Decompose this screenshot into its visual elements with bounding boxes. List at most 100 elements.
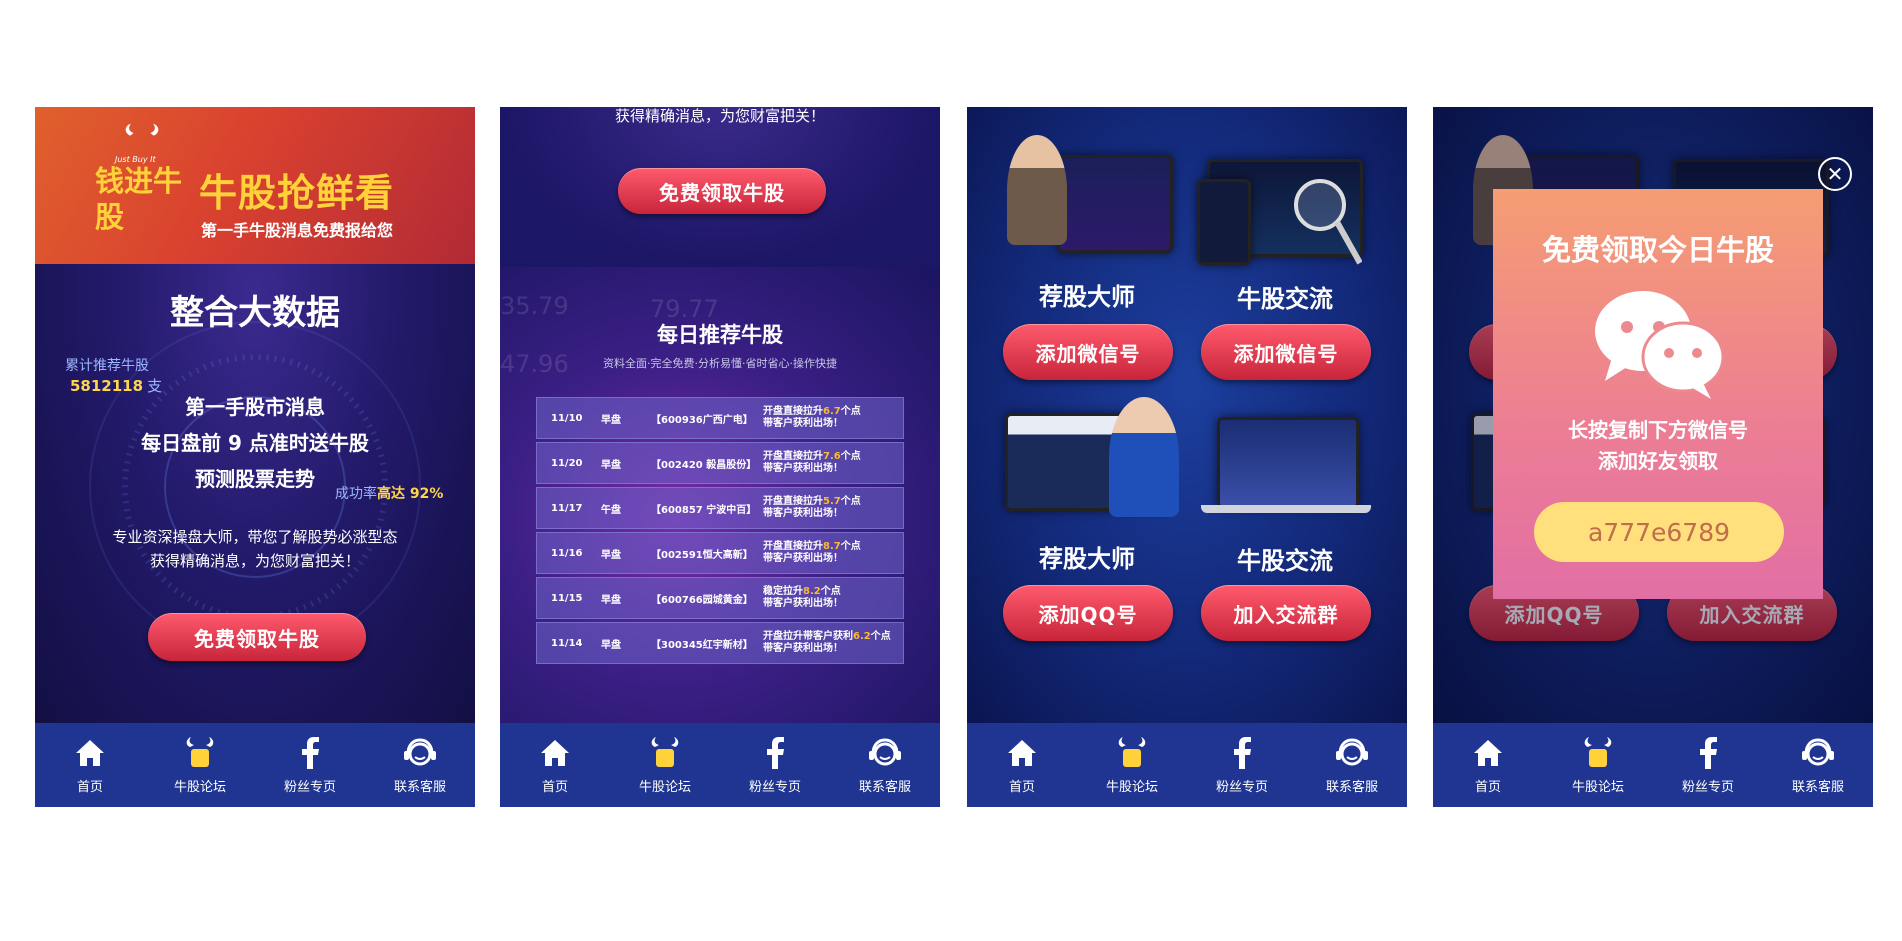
note-value: 7.6 (823, 451, 841, 462)
facebook-icon (293, 736, 327, 770)
wechat-icon (1595, 291, 1725, 399)
row-note: 开盘直接拉升7.6个点 带客户获利出场！ (763, 451, 903, 475)
tab-label: 牛股论坛 (1105, 779, 1158, 795)
note-text: 带客户获利出场！ (763, 508, 843, 519)
free-stock-button[interactable]: 免费领取牛股 (618, 168, 826, 214)
tab-label: 联系客服 (393, 779, 446, 795)
note-text: 个点 (820, 586, 841, 597)
tab-home[interactable]: 首页 (967, 723, 1077, 807)
contact-content: 荐股大师 牛股交流 添加微信号 添加微信号 荐股大师 牛股交流 添加QQ号 加入… (967, 107, 1407, 723)
home-icon (73, 736, 107, 770)
tab-support[interactable]: 联系客服 (830, 723, 940, 807)
free-stock-button[interactable]: 免费领取牛股 (148, 613, 366, 661)
banner-subtitle: 第一手牛股消息免费报给您 (201, 221, 394, 240)
forum-logo-icon (1581, 736, 1615, 770)
row-stock: 【600857 宁波中百】 (651, 504, 757, 516)
home-icon (1005, 736, 1039, 770)
wechat-id-pill[interactable]: a777e6789 (1534, 502, 1784, 562)
row-session: 早盘 (601, 459, 621, 471)
row-date: 11/17 (551, 502, 583, 514)
card-label: 荐股大师 (1039, 283, 1135, 311)
facebook-icon (1225, 736, 1259, 770)
picks-title: 每日推荐牛股 (657, 323, 783, 347)
home-icon (538, 736, 572, 770)
tab-home[interactable]: 首页 (500, 723, 610, 807)
note-value: 8.7 (823, 541, 841, 552)
instruction-line: 长按复制下方微信号 (1568, 418, 1748, 442)
success-rate: 成功率高达 92% (335, 483, 443, 503)
advisor-portrait (1109, 397, 1179, 517)
join-group-button[interactable]: 加入交流群 (1201, 585, 1371, 641)
note-value: 6.2 (853, 631, 871, 642)
home-icon (1471, 736, 1505, 770)
tab-label: 首页 (541, 779, 568, 795)
note-text: 带客户获利出场！ (763, 418, 843, 429)
wechat-modal: 免费领取今日牛股 长按复制下方微信号 添加好友领取 a777e6789 (1493, 189, 1823, 599)
tab-label: 牛股论坛 (1571, 779, 1624, 795)
row-note: 开盘拉升带客户获利6.2个点 带客户获利出场！ (763, 631, 903, 655)
tab-fans[interactable]: 粉丝专页 (1187, 723, 1297, 807)
modal-instructions: 长按复制下方微信号 添加好友领取 (1493, 415, 1823, 477)
note-text: 个点 (840, 451, 861, 462)
note-text: 稳定拉升 (763, 586, 803, 597)
forum-logo-icon (1115, 736, 1149, 770)
big-data-title: 整合大数据 (170, 293, 340, 333)
customer-service-icon (403, 736, 437, 770)
table-row: 11/14 早盘 【300345红宇新材】 开盘拉升带客户获利6.2个点 带客户获利出场… (536, 622, 904, 664)
home-content: Just Buy It 钱进牛股 牛股抢鲜看 第一手牛股消息免费报给您 整合大数… (35, 107, 475, 723)
screen-wechat-modal: 添加微信号 添加微信号 添加QQ号 加入交流群 免费领取今日牛股 长按复制下方微… (1433, 107, 1873, 807)
tab-forum[interactable]: 牛股论坛 (610, 723, 720, 807)
tab-home[interactable]: 首页 (35, 723, 145, 807)
tab-fans[interactable]: 粉丝专页 (1653, 723, 1763, 807)
customer-service-icon (868, 736, 902, 770)
row-date: 11/10 (551, 412, 583, 424)
tab-fans[interactable]: 粉丝专页 (720, 723, 830, 807)
forum-logo-icon (648, 736, 682, 770)
note-text: 开盘直接拉升 (763, 451, 823, 462)
tab-forum[interactable]: 牛股论坛 (1543, 723, 1653, 807)
tab-home[interactable]: 首页 (1433, 723, 1543, 807)
add-wechat-button[interactable]: 添加微信号 (1201, 324, 1371, 380)
row-date: 11/15 (551, 592, 583, 604)
tab-forum[interactable]: 牛股论坛 (145, 723, 255, 807)
tab-support[interactable]: 联系客服 (1297, 723, 1407, 807)
tab-fans[interactable]: 粉丝专页 (255, 723, 365, 807)
feature-list: 第一手股市消息 每日盘前 9 点准时送牛股 预测股票走势 (35, 389, 475, 497)
tab-bar: 首页 牛股论坛 粉丝专页 联系客服 (500, 723, 940, 807)
ghost-number: 35.79 (500, 292, 569, 320)
screen-contact: 荐股大师 牛股交流 添加微信号 添加微信号 荐股大师 牛股交流 添加QQ号 加入… (967, 107, 1407, 807)
row-session: 早盘 (601, 549, 621, 561)
tab-forum[interactable]: 牛股论坛 (1077, 723, 1187, 807)
close-icon[interactable]: ✕ (1818, 157, 1852, 191)
row-stock: 【002591恒大高新】 (651, 549, 753, 561)
note-value: 5.7 (823, 496, 841, 507)
tab-label: 首页 (1474, 779, 1501, 795)
description-line: 获得精确消息，为您财富把关！ (614, 107, 825, 125)
rate-value: 高达 92% (377, 486, 444, 502)
laptop-image (1217, 417, 1359, 509)
laptop-base (1201, 505, 1371, 513)
add-wechat-button[interactable]: 添加微信号 (1003, 324, 1173, 380)
note-text: 带客户获利出场！ (763, 463, 843, 474)
note-text: 开盘直接拉升 (763, 541, 823, 552)
tab-label: 牛股论坛 (638, 779, 691, 795)
picks-subtitle: 资料全面·完全免费·分析易懂·省时省心·操作快捷 (603, 357, 837, 370)
tab-label: 首页 (76, 779, 103, 795)
card-label: 荐股大师 (1039, 545, 1135, 573)
tab-support[interactable]: 联系客服 (365, 723, 475, 807)
row-note: 开盘直接拉升8.7个点 带客户获利出场！ (763, 541, 903, 565)
forum-logo-icon (183, 736, 217, 770)
note-value: 6.7 (823, 406, 841, 417)
row-session: 早盘 (601, 414, 621, 426)
add-qq-button[interactable]: 添加QQ号 (1003, 585, 1173, 641)
banner-headline: 牛股抢鲜看 (199, 171, 395, 215)
table-row: 11/20 早盘 【002420 毅昌股份】 开盘直接拉升7.6个点 带客户获利出场！ (536, 442, 904, 484)
tab-bar: 首页 牛股论坛 粉丝专页 联系客服 (35, 723, 475, 807)
tab-support[interactable]: 联系客服 (1763, 723, 1873, 807)
tablet-image (1057, 155, 1173, 253)
description-line: 获得精确消息，为您财富把关！ (149, 552, 360, 570)
row-session: 早盘 (601, 594, 621, 606)
note-text: 开盘直接拉升 (763, 496, 823, 507)
description: 专业资深操盘大师，带您了解股势必涨型态 获得精确消息，为您财富把关！ (35, 525, 475, 573)
brand-name: 钱进牛股 (95, 164, 183, 234)
